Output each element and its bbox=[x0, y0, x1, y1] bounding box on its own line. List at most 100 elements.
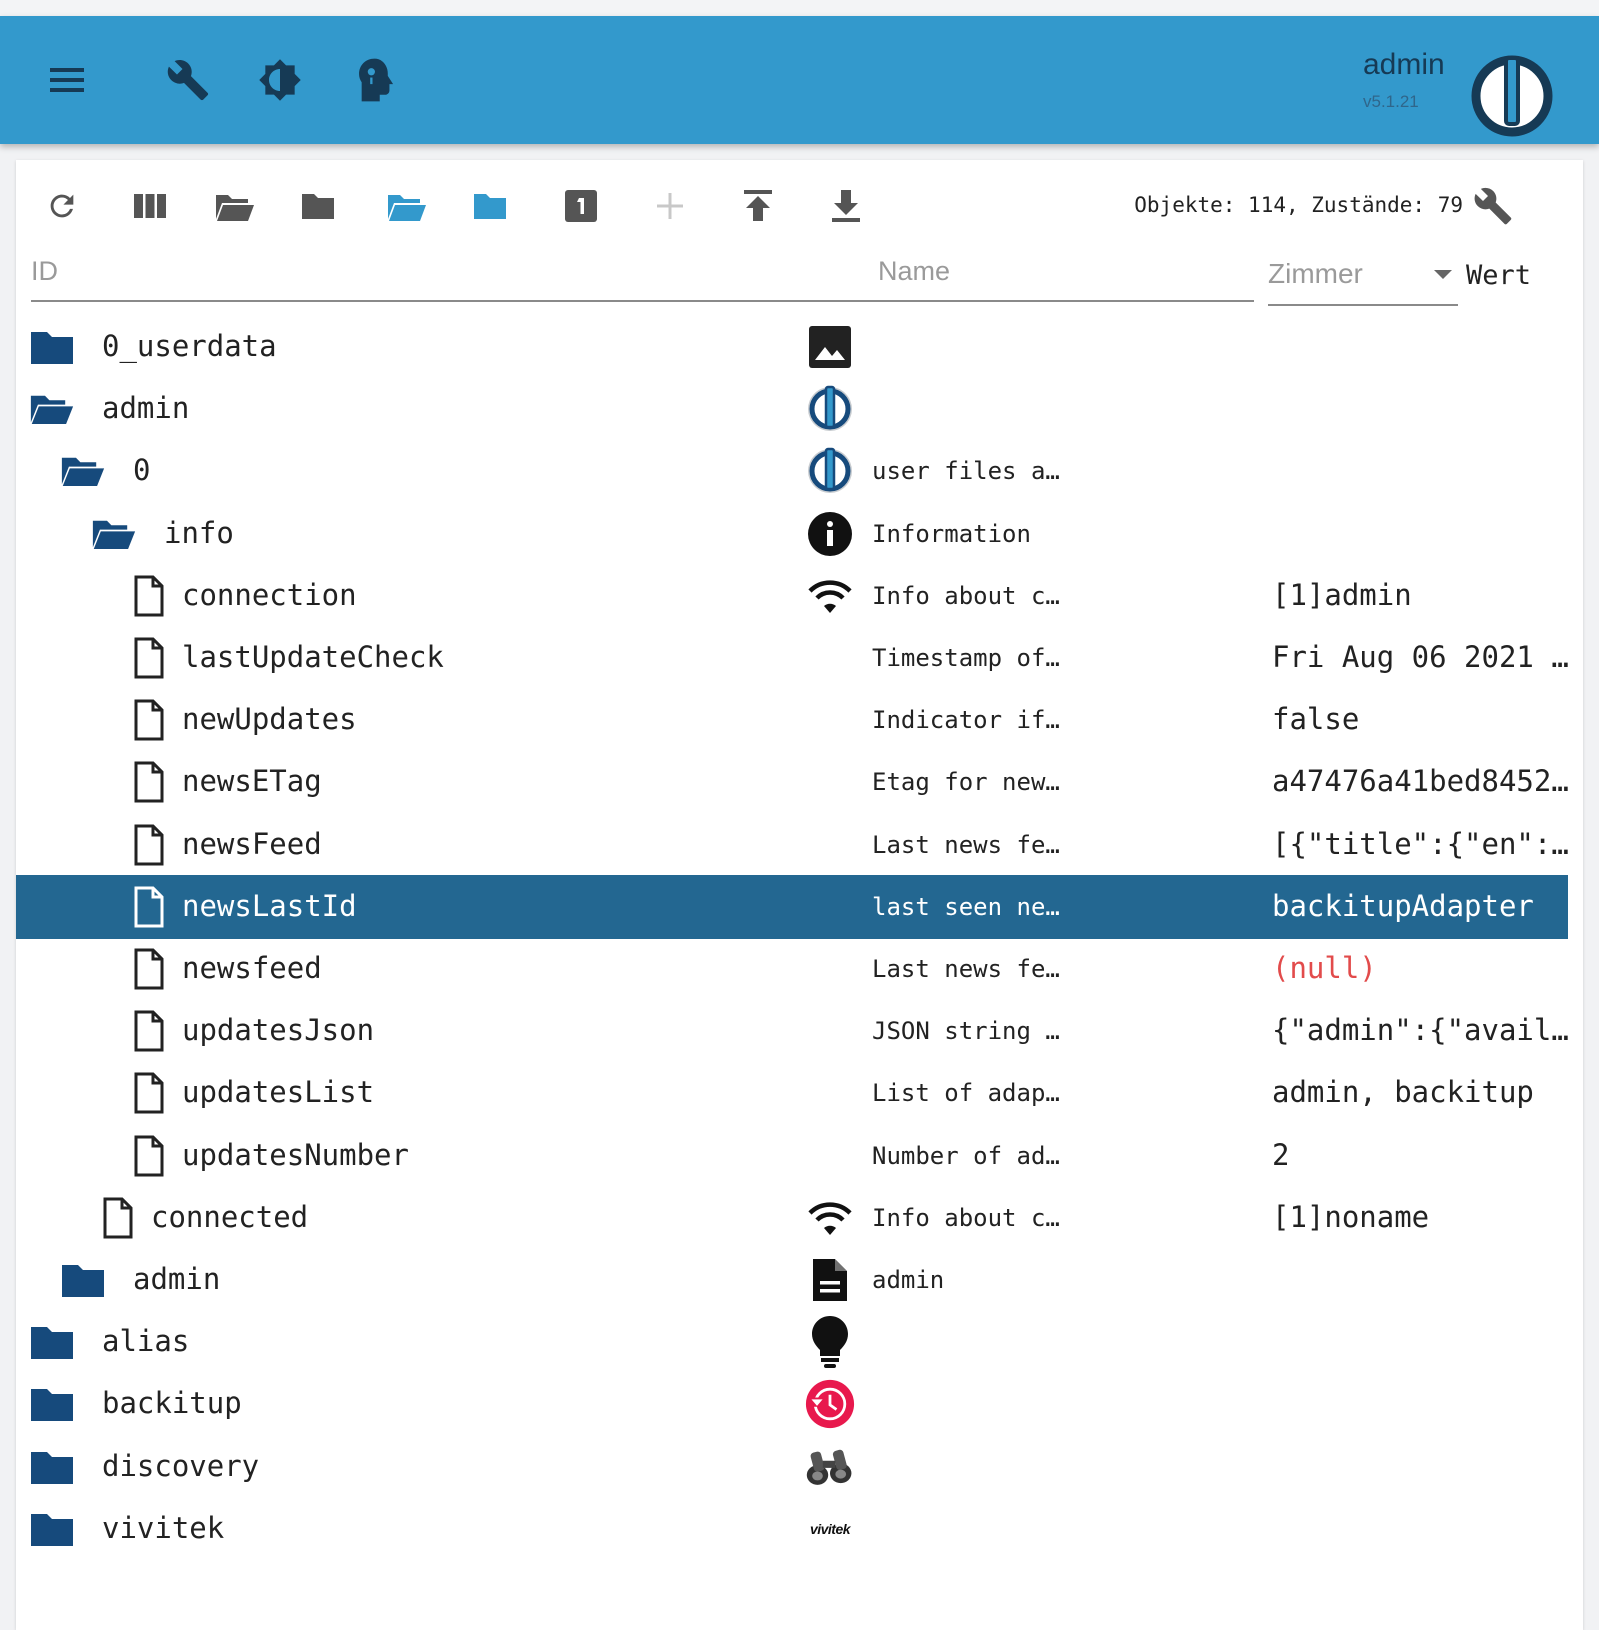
chevron-down-icon[interactable] bbox=[1434, 270, 1452, 279]
row-name: admin bbox=[872, 1266, 945, 1294]
tree-row[interactable]: backitup bbox=[16, 1372, 1568, 1436]
folder-blue-icon[interactable] bbox=[466, 182, 514, 230]
download-icon[interactable] bbox=[822, 182, 870, 230]
row-value[interactable]: admin, backitup bbox=[1272, 1075, 1534, 1109]
row-name: Info about c… bbox=[872, 581, 1060, 610]
tree-row[interactable]: updatesList List of adap… admin, backitup bbox=[16, 1061, 1568, 1125]
row-value[interactable]: [1]admin bbox=[1272, 578, 1412, 612]
file-icon bbox=[127, 1009, 171, 1053]
settings-wrench-icon[interactable] bbox=[1469, 182, 1517, 230]
row-value[interactable]: Fri Aug 06 2021 … bbox=[1272, 640, 1569, 674]
folder-open-blue-icon[interactable] bbox=[382, 182, 430, 230]
menu-icon[interactable] bbox=[44, 56, 92, 104]
tree-row[interactable]: info Information bbox=[16, 502, 1568, 566]
row-value[interactable]: 2 bbox=[1272, 1138, 1289, 1172]
columns-icon[interactable] bbox=[126, 182, 174, 230]
brightness-icon[interactable] bbox=[256, 56, 304, 104]
row-id: discovery bbox=[102, 1448, 260, 1483]
row-value[interactable]: [{"title":{"en":… bbox=[1272, 827, 1569, 861]
refresh-icon[interactable] bbox=[38, 182, 86, 230]
row-name: Etag for new… bbox=[872, 768, 1060, 797]
tree-row[interactable]: lastUpdateCheck Timestamp of… Fri Aug 06 2… bbox=[16, 626, 1569, 690]
objects-panel: Objekte: 114, Zustände: 79 Zimmer Wert 0… bbox=[16, 160, 1583, 1630]
image-icon bbox=[805, 322, 855, 372]
iobroker-logo-icon[interactable] bbox=[1470, 54, 1554, 138]
tree-row[interactable]: updatesNumber Number of ad… 2 bbox=[16, 1124, 1568, 1188]
row-value[interactable]: (null) bbox=[1272, 951, 1377, 985]
tree-row[interactable]: newUpdates Indicator if… false bbox=[16, 688, 1568, 752]
iobroker-logo-icon bbox=[805, 446, 855, 496]
tree-row[interactable]: connection Info about c… [1]admin bbox=[16, 564, 1568, 628]
folder-open-icon[interactable] bbox=[61, 449, 105, 493]
row-value[interactable]: backitupAdapter bbox=[1272, 889, 1534, 923]
tree-row[interactable]: connected Info about c… [1]noname bbox=[16, 1186, 1568, 1250]
file-icon bbox=[127, 885, 171, 929]
app-bar: admin v5.1.21 bbox=[0, 16, 1599, 144]
upload-icon[interactable] bbox=[734, 182, 782, 230]
id-filter-input[interactable] bbox=[31, 250, 885, 287]
row-id: newsFeed bbox=[182, 826, 322, 861]
tree-row[interactable]: 0 user files a… bbox=[16, 439, 1568, 503]
row-name: Timestamp of… bbox=[872, 644, 1060, 672]
name-filter[interactable] bbox=[878, 250, 1254, 302]
folder-open-icon[interactable] bbox=[210, 182, 258, 230]
value-column-header: Wert bbox=[1466, 260, 1532, 291]
tree-row[interactable]: 0_userdata bbox=[16, 315, 1568, 379]
row-name: user files a… bbox=[872, 457, 1060, 486]
folder-icon[interactable] bbox=[30, 325, 74, 369]
row-id: connection bbox=[182, 577, 357, 612]
room-select[interactable]: Zimmer bbox=[1268, 250, 1458, 306]
row-id: 0 bbox=[133, 453, 151, 488]
folder-open-icon[interactable] bbox=[30, 387, 74, 431]
row-id: vivitek bbox=[102, 1510, 225, 1545]
expert-head-icon[interactable] bbox=[349, 56, 397, 104]
row-name: Last news fe… bbox=[872, 830, 1060, 859]
plus-icon[interactable] bbox=[646, 182, 694, 230]
row-name: List of adap… bbox=[872, 1079, 1060, 1108]
file-icon bbox=[127, 574, 171, 618]
name-filter-input[interactable] bbox=[878, 250, 1254, 287]
row-id: newsETag bbox=[182, 764, 322, 799]
tree-row[interactable]: discovery bbox=[16, 1435, 1568, 1499]
row-name: Last news fe… bbox=[872, 955, 1060, 983]
row-id: updatesList bbox=[182, 1075, 375, 1110]
folder-icon[interactable] bbox=[30, 1320, 74, 1364]
tree-row[interactable]: newsFeed Last news fe… [{"title":{"en":… bbox=[16, 813, 1569, 877]
folder-open-icon[interactable] bbox=[92, 512, 136, 556]
row-id: updatesJson bbox=[182, 1013, 375, 1048]
tree-row[interactable]: newsETag Etag for new… a47476a41bed8452… bbox=[16, 750, 1569, 814]
tree-row[interactable]: vivitek vivitek bbox=[16, 1497, 1568, 1561]
user-name: admin bbox=[1363, 48, 1445, 81]
row-value[interactable]: a47476a41bed8452… bbox=[1272, 764, 1569, 798]
row-name: Information bbox=[872, 519, 1031, 548]
folder-icon[interactable] bbox=[294, 182, 342, 230]
tree-row[interactable]: updatesJson JSON string … {"admin":{"avail… bbox=[16, 999, 1569, 1063]
tree-row[interactable]: alias bbox=[16, 1310, 1568, 1374]
tree-row[interactable]: admin admin bbox=[16, 1248, 1568, 1312]
wrench-icon[interactable] bbox=[164, 56, 212, 104]
folder-icon[interactable] bbox=[61, 1258, 105, 1302]
row-value[interactable]: [1]noname bbox=[1272, 1200, 1429, 1234]
row-id: admin bbox=[102, 391, 190, 426]
file-icon bbox=[127, 947, 171, 991]
tree-row[interactable]: newsfeed Last news fe… (null) bbox=[16, 937, 1568, 1001]
row-name: Number of ad… bbox=[872, 1141, 1060, 1170]
folder-icon[interactable] bbox=[30, 1382, 74, 1426]
id-filter[interactable] bbox=[31, 250, 885, 302]
row-value[interactable]: false bbox=[1272, 702, 1359, 736]
row-id: admin bbox=[133, 1262, 221, 1296]
row-id: info bbox=[164, 515, 234, 550]
number-one-icon[interactable] bbox=[557, 182, 605, 230]
folder-icon[interactable] bbox=[30, 1507, 74, 1551]
wifi-icon bbox=[805, 1193, 855, 1243]
folder-icon[interactable] bbox=[30, 1445, 74, 1489]
row-id: 0_userdata bbox=[102, 329, 277, 363]
row-name: Indicator if… bbox=[872, 706, 1060, 735]
info-icon bbox=[805, 509, 855, 559]
tree-row[interactable]: newsLastId last seen ne… backitupAdapter bbox=[16, 874, 1568, 939]
backup-clock-icon bbox=[805, 1379, 855, 1429]
row-value[interactable]: {"admin":{"avail… bbox=[1272, 1013, 1569, 1047]
row-id: connected bbox=[151, 1199, 309, 1234]
row-id: newsfeed bbox=[182, 951, 322, 985]
tree-row[interactable]: admin bbox=[16, 377, 1568, 441]
